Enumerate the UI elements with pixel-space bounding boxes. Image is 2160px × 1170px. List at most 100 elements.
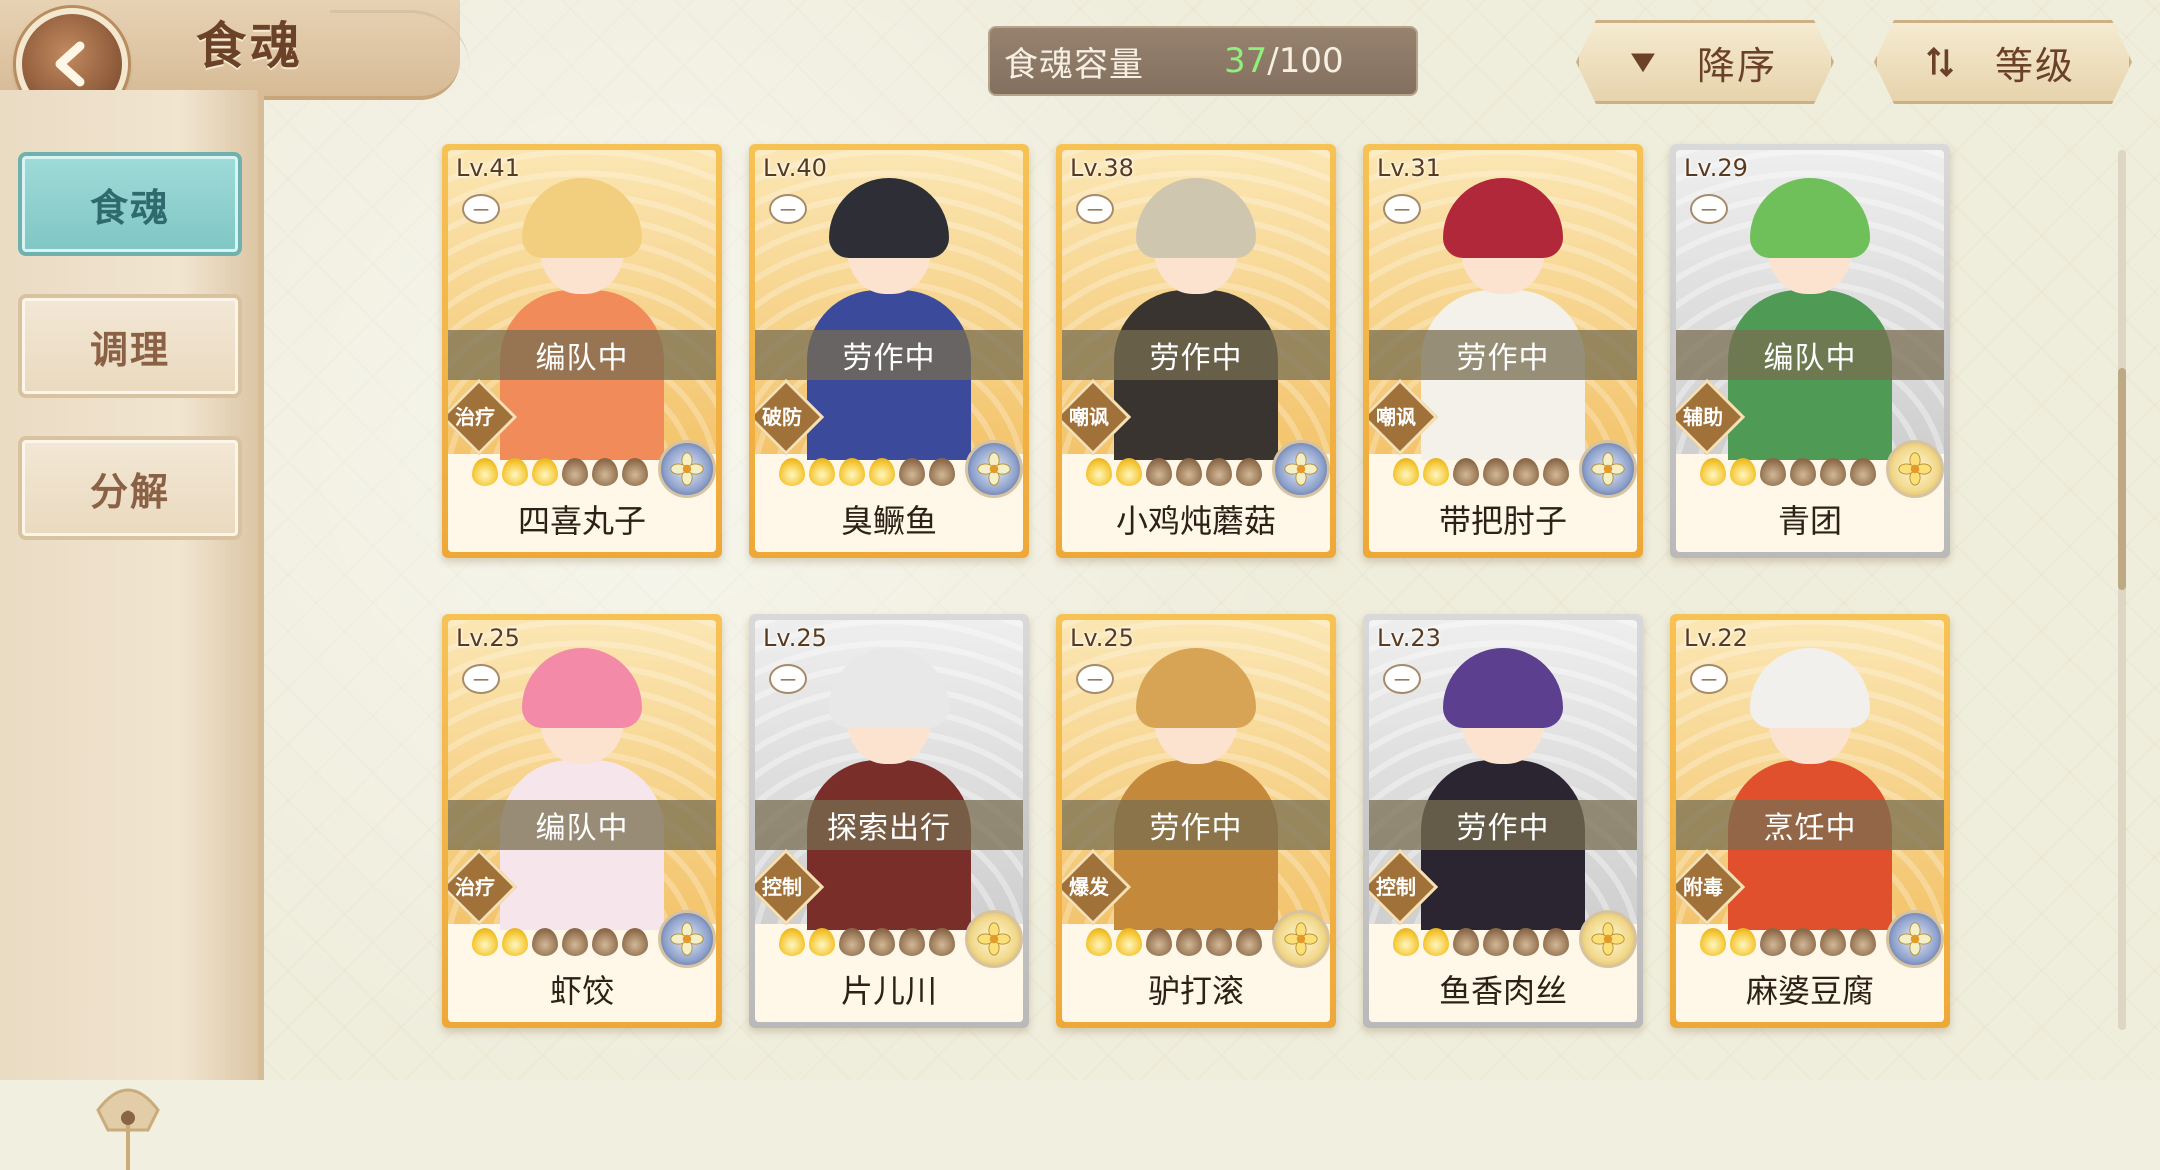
star-empty-icon <box>1543 928 1569 956</box>
character-figure <box>1106 178 1286 460</box>
card-status: 编队中 <box>1676 330 1944 380</box>
star-filled-icon <box>1086 928 1112 956</box>
card-status: 劳作中 <box>1062 330 1330 380</box>
star-filled-icon <box>1116 928 1142 956</box>
food-soul-card[interactable]: Lv.22 一 烹饪中 附毒 麻婆豆腐 <box>1670 614 1950 1028</box>
star-filled-icon <box>1423 458 1449 486</box>
star-empty-icon <box>1146 458 1172 486</box>
capacity-max: 100 <box>1278 41 1344 81</box>
star-empty-icon <box>622 458 648 486</box>
card-status: 烹饪中 <box>1676 800 1944 850</box>
card-name: 片儿川 <box>840 972 937 1010</box>
rank-badge: 一 <box>1383 664 1421 694</box>
food-soul-card[interactable]: Lv.31 一 劳作中 嘲讽 带把肘子 <box>1363 144 1643 558</box>
star-filled-icon <box>1086 458 1112 486</box>
food-soul-card[interactable]: Lv.25 一 劳作中 爆发 驴打滚 <box>1056 614 1336 1028</box>
character-figure <box>1413 178 1593 460</box>
card-name: 带把肘子 <box>1438 502 1567 540</box>
card-name: 驴打滚 <box>1147 972 1244 1010</box>
star-filled-icon <box>1393 928 1419 956</box>
sidebar-item-decompose[interactable]: 分解 <box>18 436 242 540</box>
capacity-separator: / <box>1267 41 1279 81</box>
character-hair <box>1443 178 1563 258</box>
card-level: Lv.23 <box>1377 624 1441 652</box>
star-empty-icon <box>1543 458 1569 486</box>
star-filled-icon <box>1393 458 1419 486</box>
card-inner: Lv.41 一 编队中 治疗 四喜丸子 <box>448 150 716 552</box>
role-label: 控制 <box>1376 874 1416 899</box>
card-name: 四喜丸子 <box>517 502 646 540</box>
role-label: 嘲讽 <box>1069 404 1109 429</box>
food-soul-card[interactable]: Lv.25 一 编队中 治疗 虾饺 <box>442 614 722 1028</box>
star-filled-icon <box>809 928 835 956</box>
star-empty-icon <box>1483 928 1509 956</box>
card-name: 小鸡炖蘑菇 <box>1115 502 1276 540</box>
card-inner: Lv.25 一 劳作中 爆发 驴打滚 <box>1062 620 1330 1022</box>
food-soul-card[interactable]: Lv.23 一 劳作中 控制 鱼香肉丝 <box>1363 614 1643 1028</box>
star-empty-icon <box>1760 928 1786 956</box>
card-level: Lv.29 <box>1684 154 1748 182</box>
flower-element-icon <box>1886 440 1944 498</box>
food-soul-card[interactable]: Lv.40 一 劳作中 破防 臭鳜鱼 <box>749 144 1029 558</box>
rank-badge: 一 <box>462 664 500 694</box>
star-rating <box>779 458 955 488</box>
card-inner: Lv.38 一 劳作中 嘲讽 小鸡炖蘑菇 <box>1062 150 1330 552</box>
role-badge: 爆发 <box>1062 848 1132 926</box>
star-empty-icon <box>1453 928 1479 956</box>
star-filled-icon <box>1423 928 1449 956</box>
star-filled-icon <box>779 458 805 486</box>
star-empty-icon <box>1850 458 1876 486</box>
star-filled-icon <box>1730 458 1756 486</box>
star-empty-icon <box>562 458 588 486</box>
star-empty-icon <box>1820 458 1846 486</box>
card-level: Lv.41 <box>456 154 520 182</box>
star-filled-icon <box>779 928 805 956</box>
character-hair <box>1136 178 1256 258</box>
role-label: 嘲讽 <box>1376 404 1416 429</box>
role-badge: 嘲讽 <box>1369 378 1439 456</box>
sidebar-item-food-souls[interactable]: 食魂 <box>18 152 242 256</box>
card-inner: Lv.29 一 编队中 辅助 青团 <box>1676 150 1944 552</box>
card-status: 劳作中 <box>755 330 1023 380</box>
role-label: 辅助 <box>1683 404 1723 429</box>
star-empty-icon <box>1760 458 1786 486</box>
character-hair <box>829 648 949 728</box>
role-badge: 控制 <box>755 848 825 926</box>
capacity-label: 食魂容量 <box>1004 44 1144 85</box>
card-name: 虾饺 <box>549 972 614 1010</box>
star-empty-icon <box>532 928 558 956</box>
rank-badge: 一 <box>769 664 807 694</box>
role-badge: 治疗 <box>448 848 518 926</box>
sort-field-button[interactable]: 等级 <box>1874 20 2132 104</box>
rank-badge: 一 <box>769 194 807 224</box>
star-filled-icon <box>839 458 865 486</box>
sort-field-label: 等级 <box>1995 43 2076 88</box>
star-filled-icon <box>472 928 498 956</box>
scrollbar-thumb[interactable] <box>2118 368 2126 590</box>
card-status: 编队中 <box>448 330 716 380</box>
sidebar-item-tune[interactable]: 调理 <box>18 294 242 398</box>
star-filled-icon <box>1700 458 1726 486</box>
food-soul-card[interactable]: Lv.38 一 劳作中 嘲讽 小鸡炖蘑菇 <box>1056 144 1336 558</box>
card-inner: Lv.25 一 探索出行 控制 片儿川 <box>755 620 1023 1022</box>
sort-order-button[interactable]: 降序 <box>1576 20 1834 104</box>
star-rating <box>1086 458 1262 488</box>
scrollbar-track[interactable] <box>2118 150 2126 1030</box>
card-name: 鱼香肉丝 <box>1438 972 1567 1010</box>
star-empty-icon <box>929 458 955 486</box>
food-soul-card[interactable]: Lv.29 一 编队中 辅助 青团 <box>1670 144 1950 558</box>
star-empty-icon <box>1206 458 1232 486</box>
character-hair <box>522 648 642 728</box>
star-empty-icon <box>592 928 618 956</box>
star-filled-icon <box>809 458 835 486</box>
star-empty-icon <box>869 928 895 956</box>
star-empty-icon <box>1176 458 1202 486</box>
flower-element-icon <box>658 440 716 498</box>
flower-element-icon <box>1272 910 1330 968</box>
food-soul-card[interactable]: Lv.41 一 编队中 治疗 四喜丸子 <box>442 144 722 558</box>
card-name: 臭鳜鱼 <box>840 502 937 540</box>
food-soul-card[interactable]: Lv.25 一 探索出行 控制 片儿川 <box>749 614 1029 1028</box>
star-empty-icon <box>1820 928 1846 956</box>
star-empty-icon <box>1513 928 1539 956</box>
star-filled-icon <box>869 458 895 486</box>
